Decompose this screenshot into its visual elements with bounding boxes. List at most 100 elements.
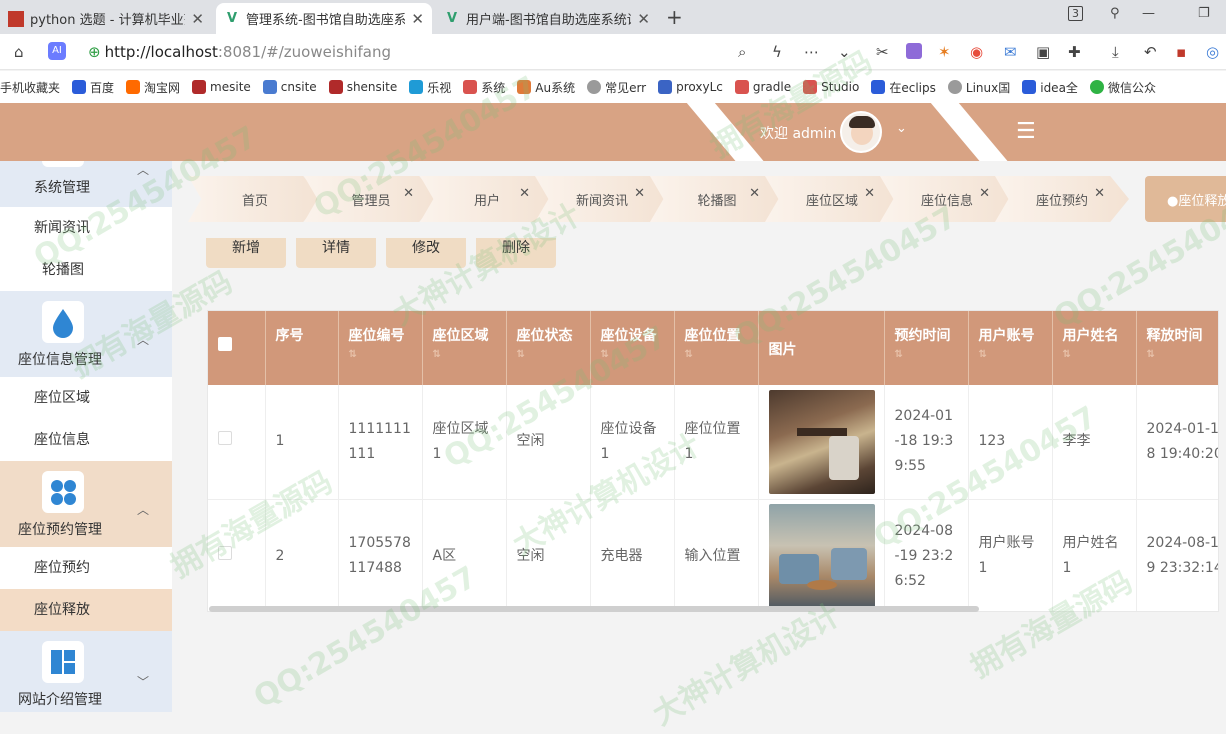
tab-count-badge[interactable]: 3 [1068, 6, 1083, 21]
bookmark-item[interactable]: 乐视 [409, 79, 451, 96]
close-tab-icon[interactable]: ✕ [411, 10, 424, 28]
table-horizontal-scrollbar[interactable] [209, 606, 979, 612]
tag-seat-release[interactable]: ●座位释放 [1145, 176, 1226, 222]
sort-icon[interactable]: ⇅ [979, 349, 1042, 360]
sort-icon[interactable]: ⇅ [895, 349, 958, 360]
chevron-down-icon[interactable]: ⌄ [896, 121, 907, 136]
delete-button[interactable]: 删除 [476, 238, 556, 268]
puzzle-icon[interactable]: ✚ [1068, 43, 1081, 61]
url-field[interactable]: ⊕ http://localhost:8081/#/zuoweishifang [88, 40, 848, 64]
sort-icon[interactable]: ⇅ [685, 349, 748, 360]
browser-tab-active[interactable]: V 管理系统-图书馆自助选座系统 ✕ [216, 3, 432, 34]
detail-button[interactable]: 详情 [296, 238, 376, 268]
bookmark-item[interactable]: 淘宝网 [126, 79, 180, 96]
more-icon[interactable]: ⋯ [804, 43, 819, 61]
sort-icon[interactable]: ⇅ [517, 349, 580, 360]
menu-toggle-icon[interactable]: ☰ [1016, 119, 1036, 144]
bookmark-item[interactable]: cnsite [262, 80, 317, 94]
sidebar-item-seat-area[interactable]: 座位区域 [0, 377, 172, 419]
screenshot-icon[interactable]: ▣ [1036, 43, 1050, 61]
column-header[interactable]: 座位编号 ⇅ [338, 311, 423, 385]
sidebar-item-carousel[interactable]: 轮播图 [0, 249, 172, 291]
toolbox-icon[interactable]: ▪ [1176, 43, 1186, 61]
sidebar-item-seat-info[interactable]: 座位信息 [0, 419, 172, 461]
close-icon[interactable]: ✕ [864, 186, 875, 201]
bookmark-item[interactable]: 微信公众 [1089, 79, 1156, 96]
row-checkbox[interactable] [218, 545, 232, 560]
translate-icon[interactable] [906, 43, 922, 59]
undo-icon[interactable]: ↶ [1144, 43, 1157, 61]
close-icon[interactable]: ✕ [1094, 186, 1105, 201]
browser-tab[interactable]: python 选题 - 计算机毕业范例 ✕ [0, 3, 212, 34]
scissors-icon[interactable]: ✂ [876, 43, 889, 61]
sidebar-item-seat-reservation[interactable]: 座位预约 [0, 547, 172, 589]
close-icon[interactable]: ✕ [403, 186, 414, 201]
tag-seat-reservation[interactable]: 座位预约 ✕ [995, 176, 1129, 222]
bookmark-item[interactable]: 系统 [463, 79, 505, 96]
column-header[interactable]: 释放时间 ⇅ [1136, 311, 1219, 385]
download-icon[interactable]: ⤓ [1112, 43, 1119, 61]
browser-tab[interactable]: V 用户端-图书馆自助选座系统设 ✕ [436, 3, 658, 34]
tag-user[interactable]: 用户 ✕ [420, 176, 554, 222]
sort-icon[interactable]: ⇅ [1147, 349, 1219, 360]
zoom-icon[interactable]: ⌕ [738, 43, 746, 61]
new-tab-icon[interactable]: + [666, 5, 683, 29]
select-all-checkbox[interactable] [218, 337, 232, 351]
weibo-icon[interactable]: ◉ [970, 43, 983, 61]
chevron-down-icon[interactable]: ⌄ [838, 43, 851, 61]
seat-photo[interactable] [768, 504, 875, 608]
mail-icon[interactable]: ✉ [1004, 43, 1017, 61]
sort-icon[interactable]: ⇅ [1063, 349, 1126, 360]
sidebar-item-seat-release[interactable]: 座位释放 [0, 589, 172, 631]
tag-home[interactable]: 首页 [188, 176, 322, 222]
row-select-cell[interactable] [208, 499, 266, 611]
close-icon[interactable]: ✕ [749, 186, 760, 201]
bookmark-item[interactable]: 百度 [72, 79, 114, 96]
tag-seat-info[interactable]: 座位信息 ✕ [880, 176, 1014, 222]
bookmark-item[interactable]: mesite [192, 80, 251, 94]
close-tab-icon[interactable]: ✕ [637, 10, 650, 28]
table-row[interactable]: 2 1705578117488 A区 空闲 充电器 输入位置 2024-08-1… [208, 499, 1218, 611]
seat-photo[interactable] [768, 389, 875, 494]
sidebar-group-seat-reservation[interactable]: 座位预约管理 ︿ [0, 461, 172, 547]
bookmark-item[interactable]: idea全 [1022, 79, 1078, 96]
bookmark-item[interactable]: Studio [803, 80, 859, 94]
bookmark-item[interactable]: 在eclips [871, 79, 936, 96]
row-checkbox[interactable] [218, 431, 232, 446]
sidebar-group-seat-info[interactable]: 座位信息管理 ︿ [0, 291, 172, 377]
close-icon[interactable]: ✕ [979, 186, 990, 201]
avatar[interactable] [840, 111, 882, 153]
column-header[interactable]: 座位位置 ⇅ [674, 311, 759, 385]
bookmark-item[interactable]: 常见err [587, 79, 646, 96]
browser-logo-icon[interactable]: ◎ [1206, 43, 1219, 61]
shirt-icon[interactable]: ⚲ [1110, 6, 1120, 21]
column-header[interactable]: 座位区域 ⇅ [422, 311, 507, 385]
sort-icon[interactable]: ⇅ [433, 349, 496, 360]
bookmark-item[interactable]: 手机收藏夹 [0, 79, 60, 96]
column-header[interactable]: 座位状态 ⇅ [506, 311, 591, 385]
sort-icon[interactable]: ⇅ [601, 349, 664, 360]
lightning-icon[interactable]: ϟ [772, 43, 782, 61]
column-header[interactable]: 用户姓名 ⇅ [1052, 311, 1137, 385]
row-select-cell[interactable] [208, 385, 266, 500]
edit-button[interactable]: 修改 [386, 238, 466, 268]
tag-admin[interactable]: 管理员 ✕ [304, 176, 438, 222]
tag-news[interactable]: 新闻资讯 ✕ [535, 176, 669, 222]
bookmark-item[interactable]: shensite [328, 80, 397, 94]
sidebar-item-news[interactable]: 新闻资讯 [0, 207, 172, 249]
close-icon[interactable]: ✕ [634, 186, 645, 201]
column-header[interactable]: 座位设备 ⇅ [590, 311, 675, 385]
column-header[interactable]: 用户账号 ⇅ [968, 311, 1053, 385]
table-row[interactable]: 1 1111111111 座位区域1 空闲 座位设备1 座位位置1 2024-0… [208, 385, 1218, 500]
home-icon[interactable]: ⌂ [14, 43, 24, 61]
sidebar-group-system[interactable]: 系统管理 ︿ [0, 161, 172, 207]
minimize-icon[interactable]: — [1142, 6, 1155, 21]
tag-carousel[interactable]: 轮播图 ✕ [650, 176, 784, 222]
select-all-cell[interactable] [208, 311, 266, 385]
restore-icon[interactable]: ❐ [1198, 6, 1210, 21]
bookmark-item[interactable]: proxyLc [658, 80, 723, 94]
sidebar-group-site-intro[interactable]: 网站介绍管理 ﹀ [0, 631, 172, 712]
sort-icon[interactable]: ⇅ [349, 349, 412, 360]
close-tab-icon[interactable]: ✕ [191, 10, 204, 28]
extension-icon[interactable]: ✶ [938, 43, 951, 61]
